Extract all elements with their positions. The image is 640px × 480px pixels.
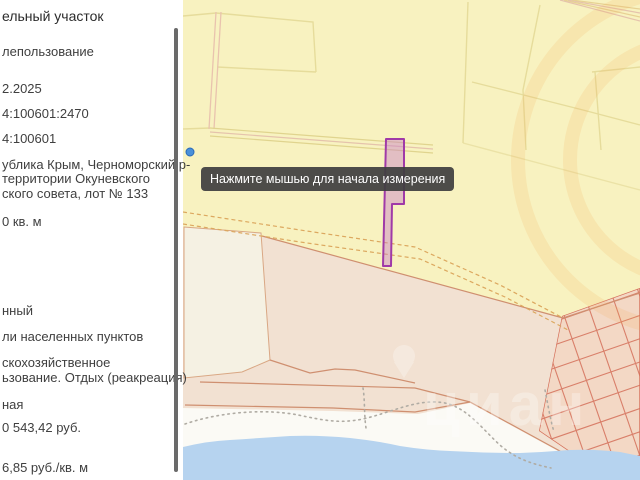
parcel-white xyxy=(183,226,271,379)
parcel-date-value: 2.2025 xyxy=(2,81,42,96)
address-line: территории Окуневского xyxy=(2,171,151,186)
address-line: ублика Крым, Черноморский р- xyxy=(2,157,191,172)
status-value: нный xyxy=(2,303,33,318)
cadastral-number-value: 4:100601:2470 xyxy=(2,106,89,121)
unit-cost-value: 6,85 руб./кв. м xyxy=(2,460,89,475)
permitted-use-line: ьзование. Отдых (реакреация) xyxy=(2,370,187,385)
ownership-value: ная xyxy=(2,397,24,412)
info-panel: ельный участок лепользование 2.2025 4:10… xyxy=(0,0,190,480)
measurement-tooltip: Нажмите мышью для начала измерения xyxy=(201,167,455,191)
parcel-type-label: ельный участок xyxy=(2,8,104,24)
land-category-value: ли населенных пунктов xyxy=(2,329,144,344)
cadastral-map-app: ельный участок лепользование 2.2025 4:10… xyxy=(0,0,640,480)
map-svg[interactable]: циан xyxy=(183,0,640,480)
cadastral-cost-value: 0 543,42 руб. xyxy=(2,420,82,435)
watermark-text: циан xyxy=(423,371,590,438)
panel-scrollbar[interactable] xyxy=(174,28,178,472)
cadastral-quarter-value: 4:100601 xyxy=(2,131,57,146)
permitted-use-line: скохозяйственное xyxy=(2,355,111,370)
parcel-kind-value: лепользование xyxy=(2,44,94,59)
map-canvas[interactable]: циан xyxy=(183,0,640,480)
marker-dot[interactable] xyxy=(185,147,195,157)
address-line: ского совета, лот № 133 xyxy=(2,186,149,201)
area-value: 0 кв. м xyxy=(2,214,42,229)
